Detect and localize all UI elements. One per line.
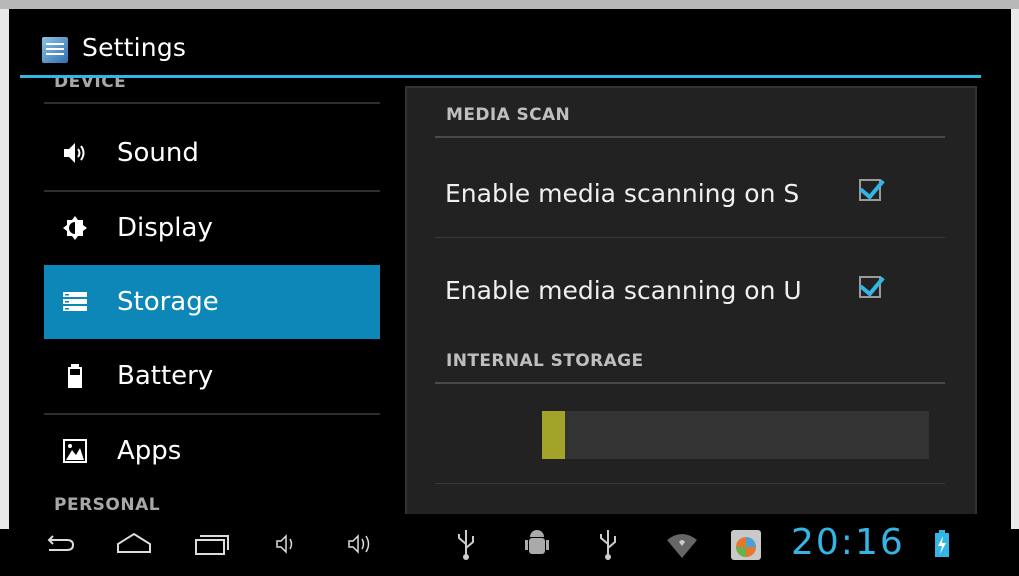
sidebar-item-label: Apps [117,436,182,466]
settings-icon[interactable] [42,37,68,63]
sidebar-item-label: Sound [117,138,199,168]
divider [44,102,380,104]
recent-apps-icon[interactable] [191,524,231,564]
android-debug-icon [525,530,549,554]
sidebar-item-display[interactable]: Display [44,191,380,265]
window-frame: Settings DEVICE Sound Display Storage Ba… [0,0,1019,576]
sidebar-item-label: Battery [117,361,214,391]
pref-category-media-scan: MEDIA SCAN [446,105,571,125]
storage-detail-pane: MEDIA SCAN Enable media scanning on SD E… [405,86,977,516]
window-top-border [0,0,1019,9]
volume-down-icon[interactable] [271,524,301,564]
sidebar-item-storage[interactable]: Storage [44,265,380,339]
brightness-icon [63,216,87,240]
section-header-personal: PERSONAL [54,495,161,514]
internal-storage-usage-bar [542,411,929,459]
media-scan-usb-row[interactable]: Enable media scanning on USB [435,240,945,332]
category-divider [435,382,945,384]
media-scan-usb-label: Enable media scanning on USB [445,276,801,305]
media-scan-sd-row[interactable]: Enable media scanning on SD [435,143,945,235]
storage-icon [63,292,87,311]
play-store-notification-icon [731,530,761,560]
action-bar: Settings [9,9,1011,75]
usb-icon [458,530,474,560]
section-header-device: DEVICE [54,78,127,92]
sidebar-item-sound[interactable]: Sound [44,116,380,190]
sidebar-item-apps[interactable]: Apps [44,414,380,488]
battery-charging-icon [935,530,949,557]
sidebar-item-label: Storage [117,287,219,317]
row-divider [435,237,945,238]
sidebar-item-label: Display [117,213,213,243]
media-scan-usb-checkbox[interactable] [859,276,881,298]
back-icon[interactable] [39,524,79,564]
wifi-icon [667,534,697,558]
internal-storage-used-segment [542,411,565,459]
pref-category-internal-storage: INTERNAL STORAGE [446,351,644,371]
apps-icon [63,439,87,463]
app-title: Settings [82,33,187,62]
volume-up-icon[interactable] [343,524,383,564]
battery-icon [68,364,82,388]
category-divider [435,136,945,138]
system-bar: 20:16 [9,514,1011,576]
speaker-icon [64,143,85,163]
window-left-border [0,9,9,529]
sidebar-item-battery[interactable]: Battery [44,339,380,413]
media-scan-sd-label: Enable media scanning on SD [445,179,801,208]
device-screen: Settings DEVICE Sound Display Storage Ba… [9,9,1011,516]
settings-category-list: DEVICE Sound Display Storage Battery App… [44,78,380,514]
row-divider [435,483,945,484]
home-icon[interactable] [114,524,154,564]
media-scan-sd-checkbox[interactable] [859,179,881,201]
clock: 20:16 [791,522,905,563]
usb-icon [600,530,616,560]
window-right-border [1011,9,1019,529]
